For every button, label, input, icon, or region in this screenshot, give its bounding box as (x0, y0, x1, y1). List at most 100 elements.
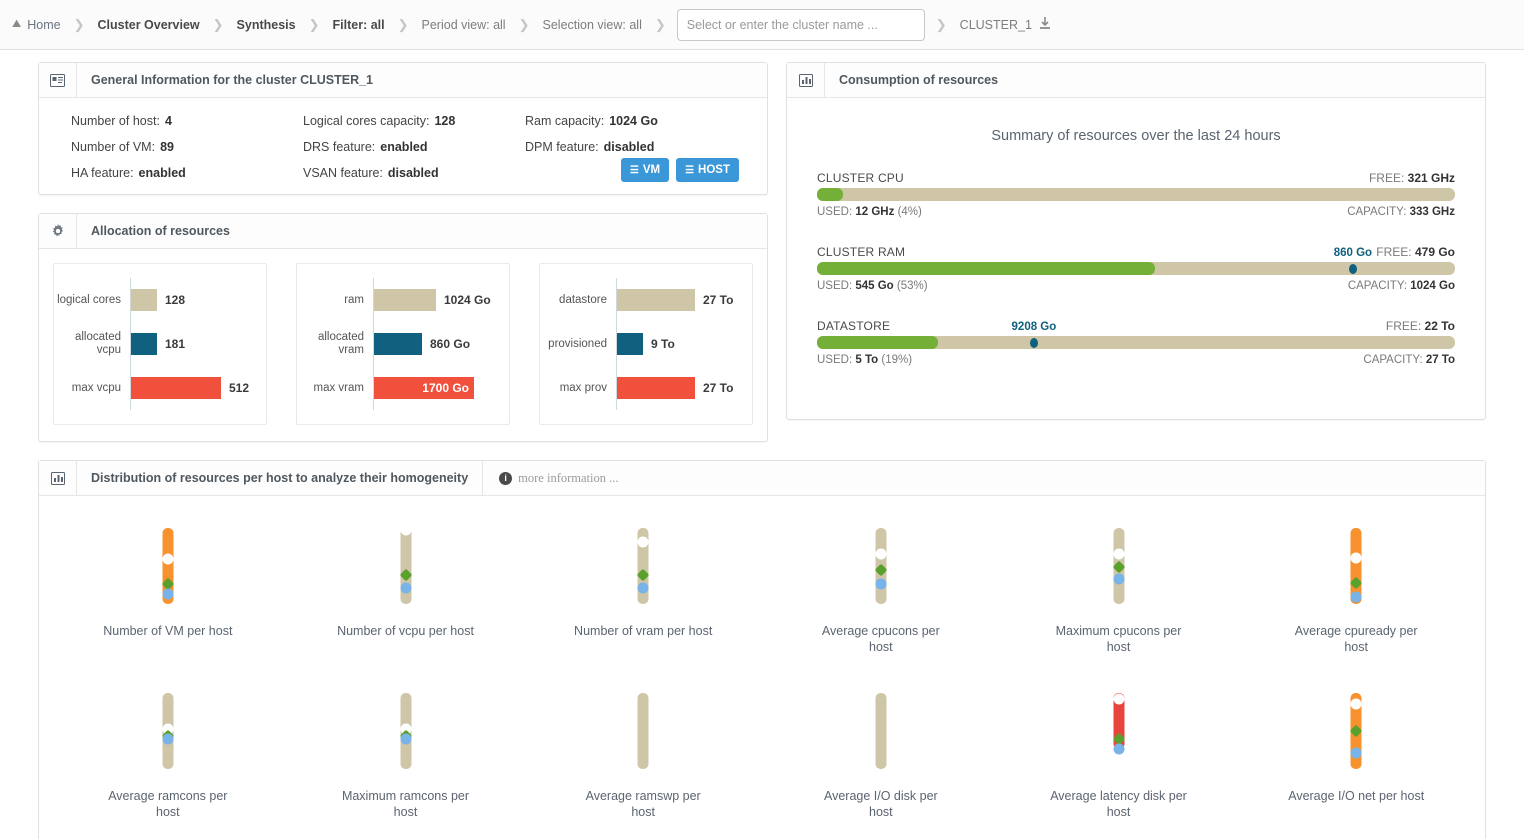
allocation-row-label: max prov (559, 381, 607, 394)
breadcrumb-item-period-view[interactable]: Period view: all (420, 18, 508, 32)
right-column: Consumption of resources Summary of reso… (786, 62, 1486, 442)
breadcrumb-separator-icon: ❯ (518, 16, 530, 32)
distribution-chart[interactable]: Number of VM per host (49, 522, 287, 655)
distribution-dot-blue (1350, 591, 1362, 603)
breadcrumb-item-filter[interactable]: Filter: all (331, 18, 387, 32)
allocation-row-label: provisioned (548, 337, 607, 350)
breadcrumb-separator-icon: ❯ (654, 16, 666, 32)
consumption-bar-free: FREE: 22 To (1385, 319, 1455, 333)
consumption-bar-free: FREE: 479 Go (1376, 245, 1455, 259)
distribution-row-1: Number of VM per host Number of vcpu per … (49, 522, 1475, 655)
breadcrumb-item-cluster-overview[interactable]: Cluster Overview (96, 18, 202, 32)
distribution-chart[interactable]: Average I/O disk per host (762, 687, 1000, 820)
consumption-marker-label: 9208 Go (1011, 321, 1057, 333)
consumption-marker-dot (1029, 337, 1038, 348)
allocation-header: Allocation of resources (39, 214, 767, 249)
breadcrumb-separator-icon: ❯ (935, 16, 947, 32)
distribution-dot-blue (1350, 747, 1362, 759)
distribution-sparkline (386, 687, 426, 779)
distribution-chart[interactable]: Average ramswp per host (524, 687, 762, 820)
consumption-bar-capacity: CAPACITY: 333 GHz (1347, 206, 1455, 218)
host-button[interactable]: ☰ HOST (676, 158, 739, 182)
allocation-bar-value: 181 (165, 337, 186, 351)
distribution-chart[interactable]: Number of vram per host (524, 522, 762, 655)
field-ram-capacity: Ram capacity: 1024 Go (525, 114, 658, 128)
distribution-chart-label: Average ramswp per host (585, 789, 701, 819)
allocation-bar-value: 27 To (703, 381, 734, 395)
breadcrumb-separator-icon: ❯ (212, 16, 224, 32)
field-logical-cores-capacity: Logical cores capacity: 128 (303, 114, 456, 128)
distribution-chart[interactable]: Average I/O net per host (1237, 687, 1475, 820)
distribution-chart[interactable]: Average ramcons per host (49, 687, 287, 820)
distribution-chart[interactable]: Number of vcpu per host (287, 522, 525, 655)
distribution-chart-label: Average latency disk per host (1050, 789, 1187, 819)
distribution-dot-blue (1113, 573, 1125, 585)
allocation-row-label: allocated vram (317, 331, 364, 356)
distribution-sparkline (861, 687, 901, 779)
general-information-body: Number of host: 4 Logical cores capacity:… (39, 98, 767, 194)
distribution-dot-blue (162, 733, 174, 745)
consumption-panel: Consumption of resources Summary of reso… (786, 62, 1486, 420)
distribution-row-2: Average ramcons per host Maximum ramcons … (49, 687, 1475, 820)
distribution-dot-blue (875, 578, 887, 590)
allocation-row: max vcpu 512 (54, 366, 256, 410)
allocation-body: logical cores 128 allocated vcpu 181 max… (39, 249, 767, 441)
consumption-header: Consumption of resources (787, 63, 1485, 98)
distribution-chart[interactable]: Average cpuready per host (1237, 522, 1475, 655)
consumption-marker-label: 860 Go (1333, 247, 1373, 259)
distribution-chart[interactable]: Maximum ramcons per host (287, 687, 525, 820)
consumption-bar-capacity: CAPACITY: 27 To (1363, 354, 1455, 366)
distribution-chart-label: Average cpucons per host (821, 624, 940, 654)
distribution-dot-blue (637, 582, 649, 594)
distribution-chart[interactable]: Average latency disk per host (1000, 687, 1238, 820)
distribution-sparkline (1336, 522, 1376, 614)
consumption-bar-used: USED: 5 To (19%) (817, 354, 913, 366)
distribution-range-bar (637, 693, 649, 769)
allocation-bar (131, 377, 221, 399)
info-icon: i (499, 471, 513, 485)
breadcrumb: ⛰ Home ❯ Cluster Overview ❯ Synthesis ❯ … (0, 0, 1524, 50)
allocation-bar-value: 1024 Go (444, 293, 491, 307)
allocation-bar-wrap: 181 (131, 333, 256, 355)
allocation-row-label: logical cores (57, 293, 121, 306)
more-information-link[interactable]: i more information ... (482, 461, 634, 495)
breadcrumb-separator-icon: ❯ (308, 16, 320, 32)
distribution-chart-label: Number of vcpu per host (337, 624, 474, 638)
distribution-dot-blue (1113, 743, 1125, 755)
bar-chart-icon (787, 63, 825, 97)
breadcrumb-item-home[interactable]: ⛰ Home (10, 18, 63, 32)
cluster-search-input[interactable] (676, 8, 925, 41)
distribution-chart[interactable]: Maximum cpucons per host (1000, 522, 1238, 655)
breadcrumb-item-selection-view[interactable]: Selection view: all (541, 18, 644, 32)
distribution-chart-label: Number of vram per host (574, 624, 713, 638)
general-information-title: General Information for the cluster CLUS… (91, 73, 373, 87)
distribution-chart-label: Average I/O disk per host (823, 789, 938, 819)
breadcrumb-item-synthesis[interactable]: Synthesis (235, 18, 298, 32)
consumption-track (817, 336, 1455, 349)
breadcrumb-separator-icon: ❯ (397, 16, 409, 32)
distribution-sparkline (623, 522, 663, 614)
consumption-title: Consumption of resources (839, 73, 999, 87)
download-icon[interactable] (1039, 16, 1051, 33)
distribution-chart[interactable]: Average cpucons per host (762, 522, 1000, 655)
distribution-dot-white (637, 536, 649, 548)
distribution-dot-blue (400, 582, 411, 594)
allocation-row: allocated vcpu 181 (54, 322, 256, 366)
consumption-subtitle: Summary of resources over the last 24 ho… (991, 128, 1281, 144)
consumption-bar-cluster-ram: CLUSTER RAM 860 Go FREE: 479 Go USED: 54… (817, 244, 1455, 292)
distribution-chart-label: Number of VM per host (103, 624, 233, 638)
allocation-bar-wrap: 860 Go (374, 333, 499, 355)
vm-button[interactable]: ☰ VM (620, 158, 670, 182)
vm-button-label: VM (642, 164, 661, 176)
distribution-sparkline (386, 522, 426, 614)
allocation-row-label: allocated vcpu (74, 331, 121, 356)
allocation-bar-wrap: 27 To (617, 289, 742, 311)
allocation-title: Allocation of resources (91, 224, 230, 238)
field-ha-feature: HA feature: enabled (71, 166, 186, 180)
allocation-bar-wrap: 27 To (617, 377, 742, 399)
distribution-chart-label: Average cpuready per host (1294, 624, 1418, 654)
page-body: General Information for the cluster CLUS… (0, 50, 1524, 839)
breadcrumb-item-current-cluster[interactable]: CLUSTER_1 (958, 16, 1053, 33)
allocation-bar-wrap: 9 To (617, 333, 742, 355)
field-vsan-feature: VSAN feature: disabled (303, 166, 439, 180)
